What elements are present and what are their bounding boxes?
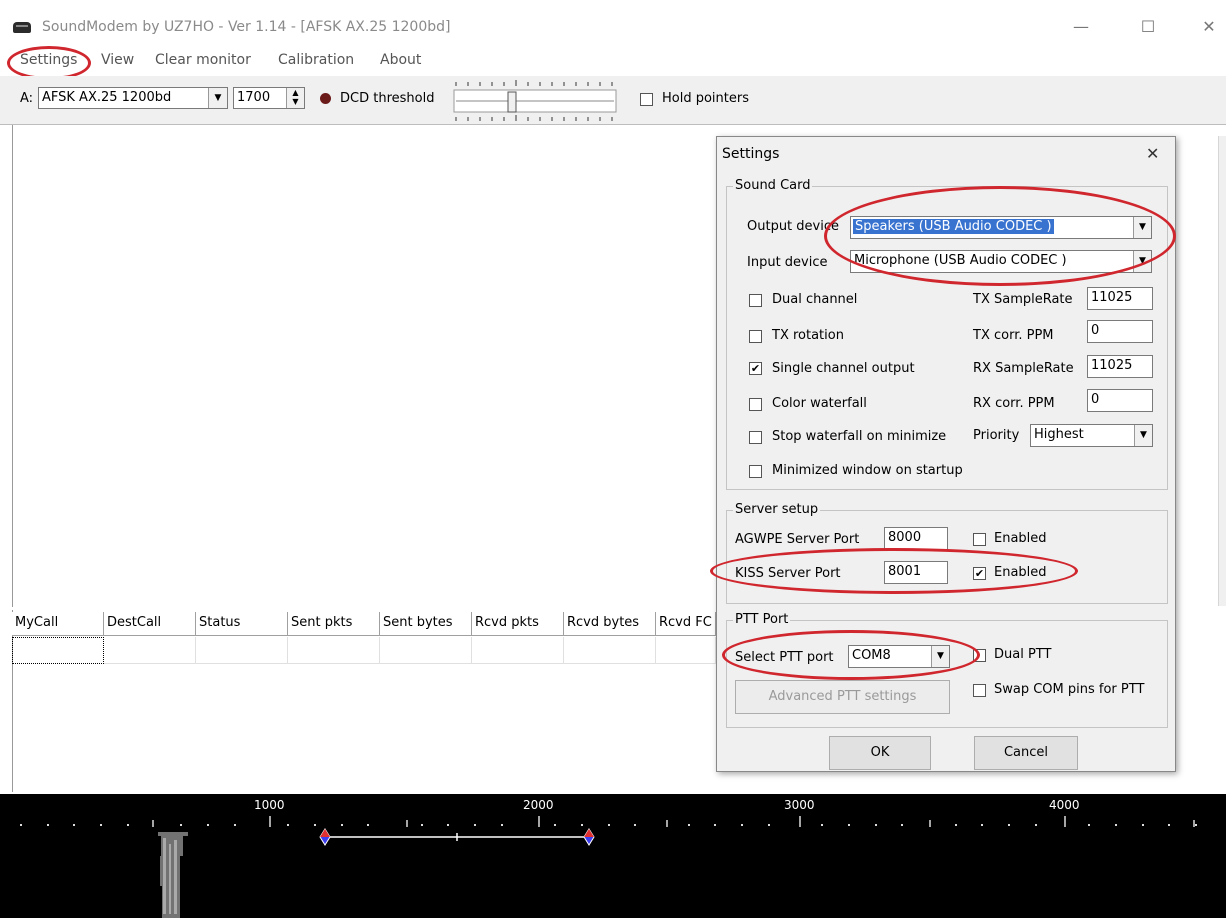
dual-channel-label: Dual channel [772,292,858,307]
ptt-highlight-ellipse [722,630,980,680]
tx-corr-label: TX corr. PPM [973,328,1054,343]
tx-rotation-label: TX rotation [772,328,844,343]
waterfall-display[interactable]: 1000 2000 3000 4000 [0,794,1226,918]
rx-corr-field[interactable]: 0 [1087,389,1153,412]
swap-com-checkbox[interactable] [973,684,986,697]
minimized-startup-label: Minimized window on startup [772,463,963,478]
grid-cell[interactable] [380,637,472,664]
dcd-threshold-label: DCD threshold [340,91,435,106]
app-icon [13,22,31,33]
priority-label: Priority [973,428,1020,443]
col-sent-bytes[interactable]: Sent bytes [380,612,472,636]
freq-label-3000: 3000 [784,798,815,812]
server-setup-title: Server setup [733,502,821,517]
agwpe-port-field[interactable]: 8000 [884,527,948,550]
dual-ptt-label: Dual PTT [994,647,1052,662]
sound-devices-highlight-ellipse [824,186,1176,286]
hold-pointers-label: Hold pointers [662,91,749,106]
dcd-threshold-slider[interactable] [452,80,618,122]
single-channel-checkbox[interactable]: ✔ [749,362,762,375]
modem-value: AFSK AX.25 1200bd [42,90,172,105]
color-waterfall-checkbox[interactable] [749,398,762,411]
freq-label-1000: 1000 [254,798,285,812]
menu-view[interactable]: View [101,52,134,68]
rx-corr-label: RX corr. PPM [973,396,1055,411]
col-sent-pkts[interactable]: Sent pkts [288,612,380,636]
minimize-button[interactable]: — [1066,14,1096,40]
minimized-startup-checkbox[interactable] [749,465,762,478]
col-rcvd-bytes[interactable]: Rcvd bytes [564,612,656,636]
window-title: SoundModem by UZ7HO - Ver 1.14 - [AFSK A… [42,19,451,35]
tx-samplerate-label: TX SampleRate [973,292,1073,307]
kiss-highlight-ellipse [710,548,1078,594]
grid-cell-selected[interactable] [12,637,104,664]
frequency-value: 1700 [237,90,271,105]
stop-waterfall-checkbox[interactable] [749,431,762,444]
col-rcvd-fc[interactable]: Rcvd FC [656,612,716,636]
sound-card-title: Sound Card [733,178,813,193]
single-channel-label: Single channel output [772,361,915,376]
menu-about[interactable]: About [380,52,421,68]
grid-cell[interactable] [104,637,196,664]
grid-cell[interactable] [656,637,716,664]
dialog-close-button[interactable]: ✕ [1146,144,1159,163]
grid-cell[interactable] [472,637,564,664]
grid-cell[interactable] [196,637,288,664]
menu-calibration[interactable]: Calibration [278,52,354,68]
tx-samplerate-field[interactable]: 11025 [1087,287,1153,310]
ok-button[interactable]: OK [829,736,931,770]
spinner-arrows-icon[interactable]: ▲ ▼ [286,88,304,108]
hold-pointers-checkbox[interactable] [640,93,653,106]
cancel-button[interactable]: Cancel [974,736,1078,770]
rx-samplerate-field[interactable]: 11025 [1087,355,1153,378]
monitor-scrollbar[interactable] [1218,136,1226,606]
swap-com-label: Swap COM pins for PTT [994,682,1145,697]
slider-graphic [453,80,617,121]
agwpe-enabled-checkbox[interactable] [973,533,986,546]
grid-cell[interactable] [564,637,656,664]
waterfall-graphic [20,816,1197,918]
agwpe-enabled-label: Enabled [994,531,1047,546]
modem-select[interactable]: AFSK AX.25 1200bd [38,87,228,109]
channel-label: A: [20,91,34,106]
stop-waterfall-label: Stop waterfall on minimize [772,429,947,444]
tx-rotation-checkbox[interactable] [749,330,762,343]
col-mycall[interactable]: MyCall [12,612,104,636]
input-device-label: Input device [747,255,828,270]
dual-channel-checkbox[interactable] [749,294,762,307]
agwpe-port-label: AGWPE Server Port [735,532,860,547]
rx-samplerate-label: RX SampleRate [973,361,1074,376]
ptt-port-title: PTT Port [733,612,791,627]
tx-corr-field[interactable]: 0 [1087,320,1153,343]
dcd-indicator-icon [320,93,331,104]
priority-value: Highest [1034,427,1084,442]
color-waterfall-label: Color waterfall [772,396,867,411]
freq-label-4000: 4000 [1049,798,1080,812]
grid-cell[interactable] [288,637,380,664]
settings-highlight-ellipse [7,46,91,80]
col-status[interactable]: Status [196,612,288,636]
advanced-ptt-button[interactable]: Advanced PTT settings [735,680,950,714]
maximize-button[interactable]: ☐ [1133,14,1163,40]
menu-clear-monitor[interactable]: Clear monitor [155,52,251,68]
modem-dropdown-icon[interactable]: ▼ [208,88,227,108]
priority-dropdown-icon[interactable]: ▼ [1134,425,1152,446]
col-destcall[interactable]: DestCall [104,612,196,636]
freq-label-2000: 2000 [523,798,554,812]
dialog-title: Settings [722,146,780,162]
close-button[interactable]: ✕ [1194,14,1224,40]
col-rcvd-pkts[interactable]: Rcvd pkts [472,612,564,636]
